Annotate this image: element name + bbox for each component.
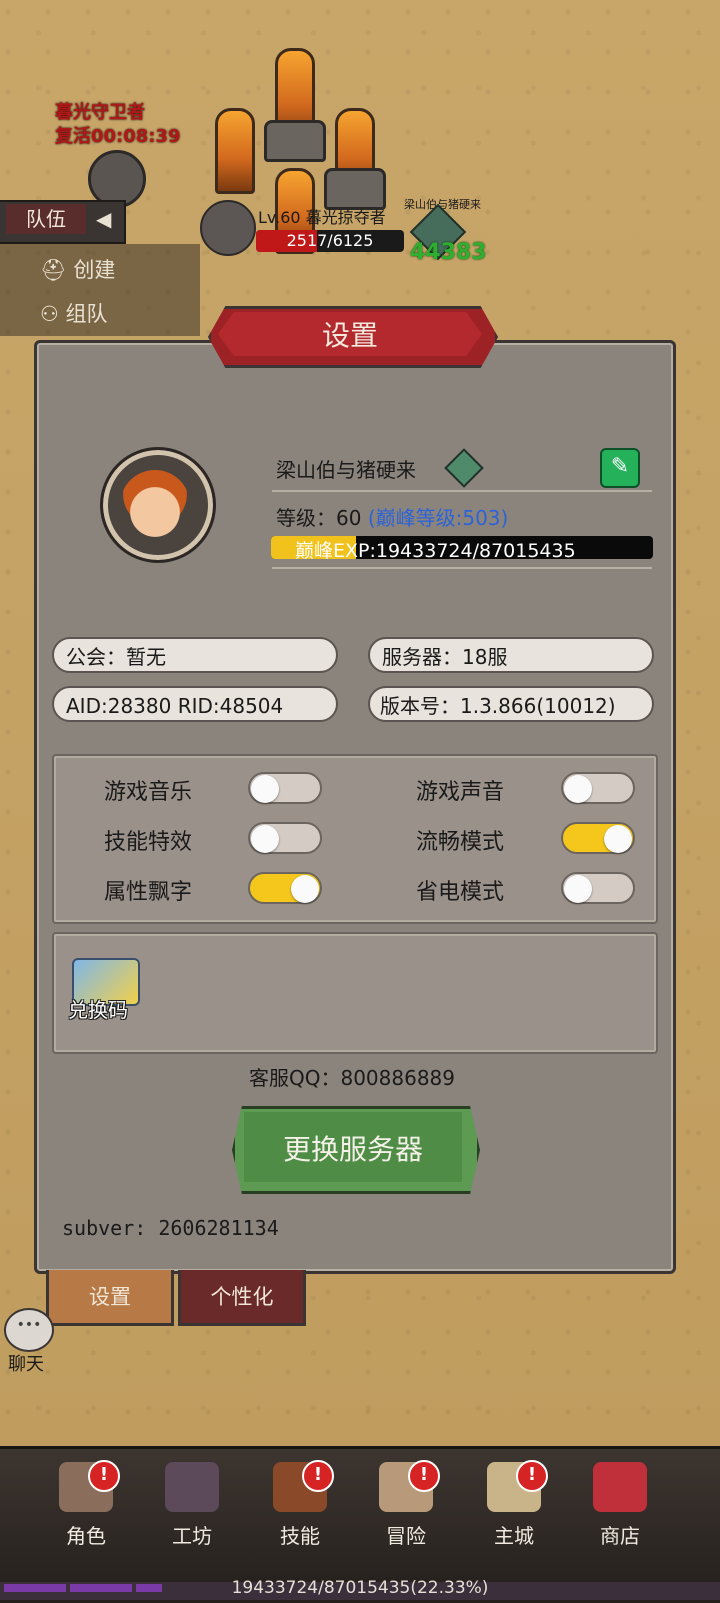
- alert-badge: !: [516, 1460, 548, 1492]
- alert-badge: !: [408, 1460, 440, 1492]
- toggle-knob: [604, 825, 632, 853]
- join-team-label: 组队: [65, 302, 108, 326]
- tab-settings[interactable]: 设置: [46, 1270, 174, 1326]
- level-label: 等级：60: [276, 506, 368, 530]
- obelisk-icon: [215, 108, 255, 194]
- change-server-label[interactable]: 更换服务器: [232, 1128, 474, 1168]
- team-tab-label[interactable]: 队伍: [6, 204, 86, 234]
- nav-main-city-label: 主城: [494, 1524, 534, 1548]
- tab-personalize[interactable]: 个性化: [178, 1270, 306, 1326]
- guild-info: 公会：暂无: [52, 637, 338, 673]
- divider: [272, 567, 652, 569]
- nav-hero-label: 角色: [66, 1524, 106, 1548]
- power-saving-label: 省电模式: [416, 880, 505, 905]
- sound-toggle[interactable]: [561, 772, 635, 804]
- nav-workshop[interactable]: 工坊: [144, 1460, 240, 1548]
- player-name: 梁山伯与猪硬来: [276, 458, 416, 482]
- group-icon: ⚇: [40, 302, 59, 326]
- damage-numbers-label: 属性飘字: [104, 880, 193, 905]
- alert-badge: !: [88, 1460, 120, 1492]
- server-info: 服务器：18服: [368, 637, 654, 673]
- dialog-title: 设置: [321, 319, 378, 352]
- toggle-knob: [564, 775, 592, 803]
- player-level: 等级：60 (巅峰等级:503): [276, 502, 508, 531]
- anvil-icon: [165, 1462, 219, 1512]
- toggle-knob: [564, 875, 592, 903]
- skill-effects-label: 技能特效: [104, 830, 193, 855]
- toggle-knob: [251, 825, 279, 853]
- chat-bubble-icon[interactable]: •••: [4, 1308, 54, 1352]
- pencil-icon: ✎: [610, 454, 630, 479]
- boss-respawn-timer: 复活00:08:39: [55, 126, 181, 147]
- shop-icon: [593, 1462, 647, 1512]
- smooth-mode-label: 流畅模式: [416, 830, 505, 855]
- music-label: 游戏音乐: [104, 780, 193, 805]
- create-team-label: 创建: [73, 258, 116, 282]
- enemy-avatar[interactable]: [200, 200, 256, 256]
- nav-workshop-label: 工坊: [172, 1524, 212, 1548]
- version-info: 版本号：1.3.866(10012): [368, 686, 654, 722]
- peak-exp-text: 巅峰EXP:19433724/87015435: [295, 540, 576, 562]
- create-team-button[interactable]: ⛑ 创建: [40, 254, 115, 284]
- peak-level: (巅峰等级:503): [367, 506, 509, 530]
- helmet-icon: ⛑: [40, 258, 67, 282]
- nav-skills-label: 技能: [280, 1524, 320, 1548]
- subversion-text: subver: 2606281134: [62, 1216, 279, 1240]
- toggle-knob: [251, 775, 279, 803]
- account-ids: AID:28380 RID:48504: [52, 686, 338, 722]
- sound-label: 游戏声音: [416, 780, 505, 805]
- hero-portrait-icon: [120, 470, 190, 540]
- music-toggle[interactable]: [248, 772, 322, 804]
- nav-main-city[interactable]: ! 主城: [466, 1460, 562, 1548]
- smooth-mode-toggle[interactable]: [561, 822, 635, 854]
- nav-shop[interactable]: 商店: [572, 1460, 668, 1548]
- toggle-knob: [291, 875, 319, 903]
- nav-shop-label: 商店: [600, 1524, 640, 1548]
- damage-numbers-toggle[interactable]: [248, 872, 322, 904]
- obelisk-base: [264, 120, 326, 162]
- collapse-arrow-icon[interactable]: ◀: [96, 207, 111, 231]
- chat-label[interactable]: 聊天: [8, 1350, 44, 1376]
- power-saving-toggle[interactable]: [561, 872, 635, 904]
- nav-skills[interactable]: ! 技能: [252, 1460, 348, 1548]
- divider: [272, 490, 652, 492]
- join-team-button[interactable]: ⚇ 组队: [40, 298, 108, 328]
- enemy-hp-text: 2517/6125: [286, 231, 374, 250]
- bottom-exp-text: 19433724/87015435(22.33%): [231, 1578, 489, 1598]
- edit-name-button[interactable]: ✎: [600, 448, 640, 488]
- support-qq: 客服QQ：800886889: [248, 1066, 455, 1090]
- nav-adventure[interactable]: ! 冒险: [358, 1460, 454, 1548]
- nav-adventure-label: 冒险: [386, 1524, 426, 1548]
- enemy-level-name: Lv.60 暮光掠夺者: [258, 208, 386, 227]
- player-power: 44383: [410, 240, 487, 265]
- skill-effects-toggle[interactable]: [248, 822, 322, 854]
- nav-hero[interactable]: ! 角色: [38, 1460, 134, 1548]
- redeem-code-label[interactable]: 兑换码: [68, 994, 128, 1023]
- boss-name: 暮光守卫者: [55, 102, 145, 123]
- extras-panel: [52, 932, 658, 1054]
- alert-badge: !: [302, 1460, 334, 1492]
